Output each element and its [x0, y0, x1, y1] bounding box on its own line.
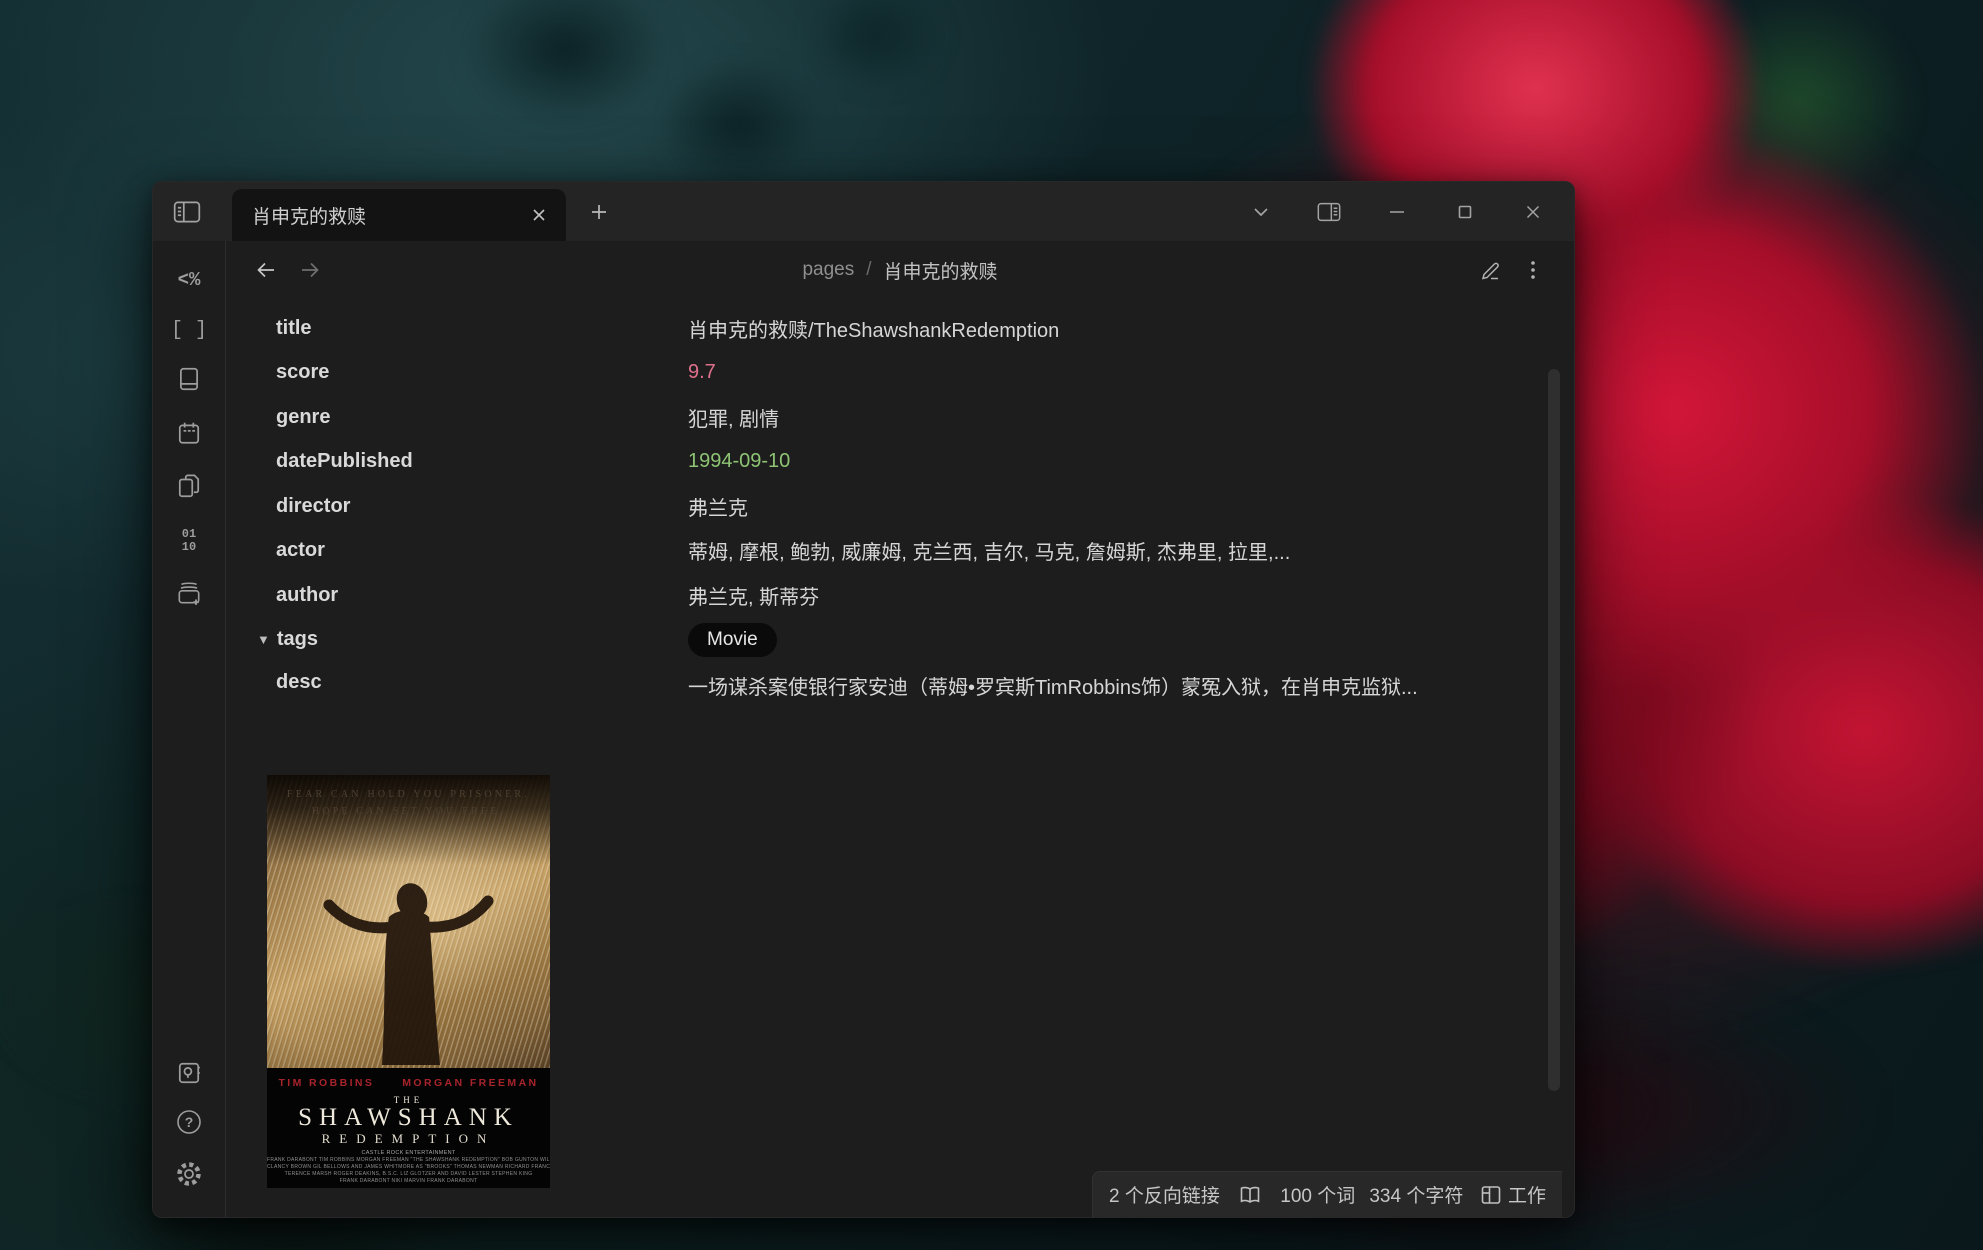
- window-dropdown-icon[interactable]: [1242, 193, 1280, 231]
- attr-key: datePublished: [276, 450, 688, 473]
- attribute-table: title 肖申克的救赎/TheShawshankRedemption scor…: [276, 306, 1534, 706]
- sidebar-toggle-icon[interactable]: [166, 192, 208, 232]
- attr-key: director: [276, 495, 688, 518]
- attr-value[interactable]: 弗兰克, 斯蒂芬: [688, 581, 819, 610]
- dock-sidebar: <% [ ]: [153, 241, 226, 1217]
- attr-value[interactable]: 蒂姆, 摩根, 鲍勃, 威廉姆, 克兰西, 吉尔, 马克, 詹姆斯, 杰弗里, …: [688, 536, 1290, 565]
- attr-value[interactable]: 犯罪, 剧情: [688, 403, 779, 432]
- attr-row-desc[interactable]: desc 一场谋杀案使银行家安迪（蒂姆•罗宾斯TimRobbins饰）蒙冤入狱，…: [276, 662, 1534, 706]
- poster-title-line1: SHAWSHANK: [267, 1105, 550, 1131]
- attr-key-label: tags: [277, 628, 318, 651]
- attr-row-genre[interactable]: genre 犯罪, 剧情: [276, 395, 1534, 440]
- book-icon[interactable]: [167, 357, 211, 401]
- back-icon[interactable]: [250, 255, 282, 285]
- attr-key: ▼ tags: [276, 628, 688, 651]
- poster-figure-silhouette: [319, 877, 499, 1067]
- open-book-icon[interactable]: [1237, 1183, 1263, 1207]
- tab-shawshank[interactable]: 肖申克的救赎: [232, 189, 566, 241]
- attr-row-actor[interactable]: actor 蒂姆, 摩根, 鲍勃, 威廉姆, 克兰西, 吉尔, 马克, 詹姆斯,…: [276, 529, 1534, 574]
- breadcrumb: pages / 肖申克的救赎: [802, 241, 997, 299]
- workspace-icon[interactable]: [1479, 1183, 1503, 1207]
- attr-key: author: [276, 584, 688, 607]
- poster-credits: CASTLE ROCK ENTERTAINMENT FRANK DARABONT…: [267, 1150, 550, 1185]
- editor-pane: pages / 肖申克的救赎: [226, 241, 1574, 1217]
- poster-studio-logos: CASTLE ROCK SDDS: [267, 1185, 550, 1188]
- help-icon[interactable]: ?: [167, 1100, 211, 1144]
- poster-tagline-line1: FEAR CAN HOLD YOU PRISONER.: [267, 786, 550, 803]
- breadcrumb-parent[interactable]: pages: [802, 259, 854, 281]
- forward-icon[interactable]: [294, 255, 326, 285]
- movie-poster-image[interactable]: FEAR CAN HOLD YOU PRISONER. HOPE CAN SET…: [267, 775, 550, 1188]
- poster-credits-line4: TERENCE MARSH ROGER DEAKINS, B.S.C. LIZ …: [267, 1171, 550, 1178]
- attr-row-tags[interactable]: ▼ tags Movie: [276, 618, 1534, 663]
- attr-value[interactable]: 9.7: [688, 361, 716, 384]
- attr-value[interactable]: 肖申克的救赎/TheShawshankRedemption: [688, 314, 1059, 343]
- svg-text:10: 10: [182, 540, 196, 554]
- breadcrumb-separator: /: [866, 259, 871, 281]
- char-count: 334 个字符: [1369, 1181, 1463, 1208]
- backlinks-count[interactable]: 2 个反向链接: [1109, 1181, 1220, 1208]
- poster-star-right: MORGAN FREEMAN: [402, 1077, 538, 1089]
- binary-database-icon[interactable]: 01 10: [167, 517, 211, 561]
- poster-star-left: TIM ROBBINS: [278, 1077, 374, 1089]
- window-controls: [1242, 182, 1552, 241]
- poster-credits-line2: FRANK DARABONT TIM ROBBINS MORGAN FREEMA…: [267, 1157, 550, 1164]
- copy-pages-icon[interactable]: [167, 464, 211, 508]
- attr-value[interactable]: 1994-09-10: [688, 450, 790, 473]
- calendar-icon[interactable]: [167, 411, 211, 455]
- close-window-icon[interactable]: [1514, 193, 1552, 231]
- app-window: 肖申克的救赎: [152, 181, 1575, 1218]
- attr-key: desc: [276, 671, 688, 694]
- attr-value[interactable]: 一场谋杀案使银行家安迪（蒂姆•罗宾斯TimRobbins饰）蒙冤入狱，在肖申克监…: [688, 671, 1500, 706]
- poster-credits-line3: CLANCY BROWN GIL BELLOWS AND JAMES WHITM…: [267, 1164, 550, 1171]
- flashcard-add-icon[interactable]: [167, 571, 211, 615]
- kebab-menu-icon[interactable]: [1516, 255, 1550, 285]
- breadcrumb-bar: pages / 肖申克的救赎: [226, 241, 1574, 299]
- window-body: <% [ ]: [153, 241, 1574, 1217]
- minimize-icon[interactable]: [1378, 193, 1416, 231]
- attr-key: title: [276, 317, 688, 340]
- attr-key: actor: [276, 539, 688, 562]
- edit-pencil-icon[interactable]: [1474, 255, 1508, 285]
- workspace-name[interactable]: 工作: [1508, 1181, 1546, 1208]
- template-icon[interactable]: <%: [167, 257, 211, 301]
- attr-row-title[interactable]: title 肖申克的救赎/TheShawshankRedemption: [276, 306, 1534, 351]
- new-tab-button[interactable]: [581, 195, 617, 229]
- dock-panel-icon[interactable]: [1310, 193, 1348, 231]
- svg-text:<%: <%: [178, 269, 201, 291]
- editor-scrollbar[interactable]: [1548, 369, 1560, 1091]
- attr-row-author[interactable]: author 弗兰克, 斯蒂芬: [276, 573, 1534, 618]
- poster-title-line2: REDEMPTION: [267, 1131, 550, 1146]
- attr-row-datePublished[interactable]: datePublished 1994-09-10: [276, 440, 1534, 485]
- word-count: 100 个词: [1280, 1181, 1355, 1208]
- poster-star-names: TIM ROBBINS MORGAN FREEMAN: [267, 1077, 550, 1089]
- attr-row-director[interactable]: director 弗兰克: [276, 484, 1534, 529]
- tab-strip: 肖申克的救赎: [153, 182, 1574, 241]
- breadcrumb-current[interactable]: 肖申克的救赎: [884, 257, 998, 284]
- poster-tagline-line2: HOPE CAN SET YOU FREE.: [267, 803, 550, 820]
- safe-vault-icon[interactable]: [167, 1051, 211, 1095]
- svg-text:[ ]: [ ]: [172, 319, 206, 342]
- collapse-arrow-icon[interactable]: ▼: [257, 632, 270, 647]
- svg-text:?: ?: [185, 1114, 194, 1130]
- poster-credits-line1: CASTLE ROCK ENTERTAINMENT: [267, 1150, 550, 1157]
- tag-pill-movie[interactable]: Movie: [688, 623, 777, 657]
- attr-row-score[interactable]: score 9.7: [276, 351, 1534, 396]
- maximize-icon[interactable]: [1446, 193, 1484, 231]
- poster-credits-line5: FRANK DARABONT NIKI MARVIN FRANK DARABON…: [267, 1178, 550, 1185]
- settings-gear-icon[interactable]: [167, 1152, 211, 1196]
- svg-text:01: 01: [182, 527, 196, 541]
- poster-tagline: FEAR CAN HOLD YOU PRISONER. HOPE CAN SET…: [267, 786, 550, 820]
- tab-title: 肖申克的救赎: [252, 202, 524, 229]
- attr-value[interactable]: 弗兰克: [688, 492, 748, 521]
- brackets-icon[interactable]: [ ]: [167, 306, 211, 350]
- poster-billing-block: TIM ROBBINS MORGAN FREEMAN THE SHAWSHANK…: [267, 1068, 550, 1188]
- tab-close-icon[interactable]: [524, 200, 554, 230]
- status-bar: 2 个反向链接 100 个词 334 个字符: [1092, 1171, 1562, 1217]
- attr-key: genre: [276, 406, 688, 429]
- attr-key: score: [276, 361, 688, 384]
